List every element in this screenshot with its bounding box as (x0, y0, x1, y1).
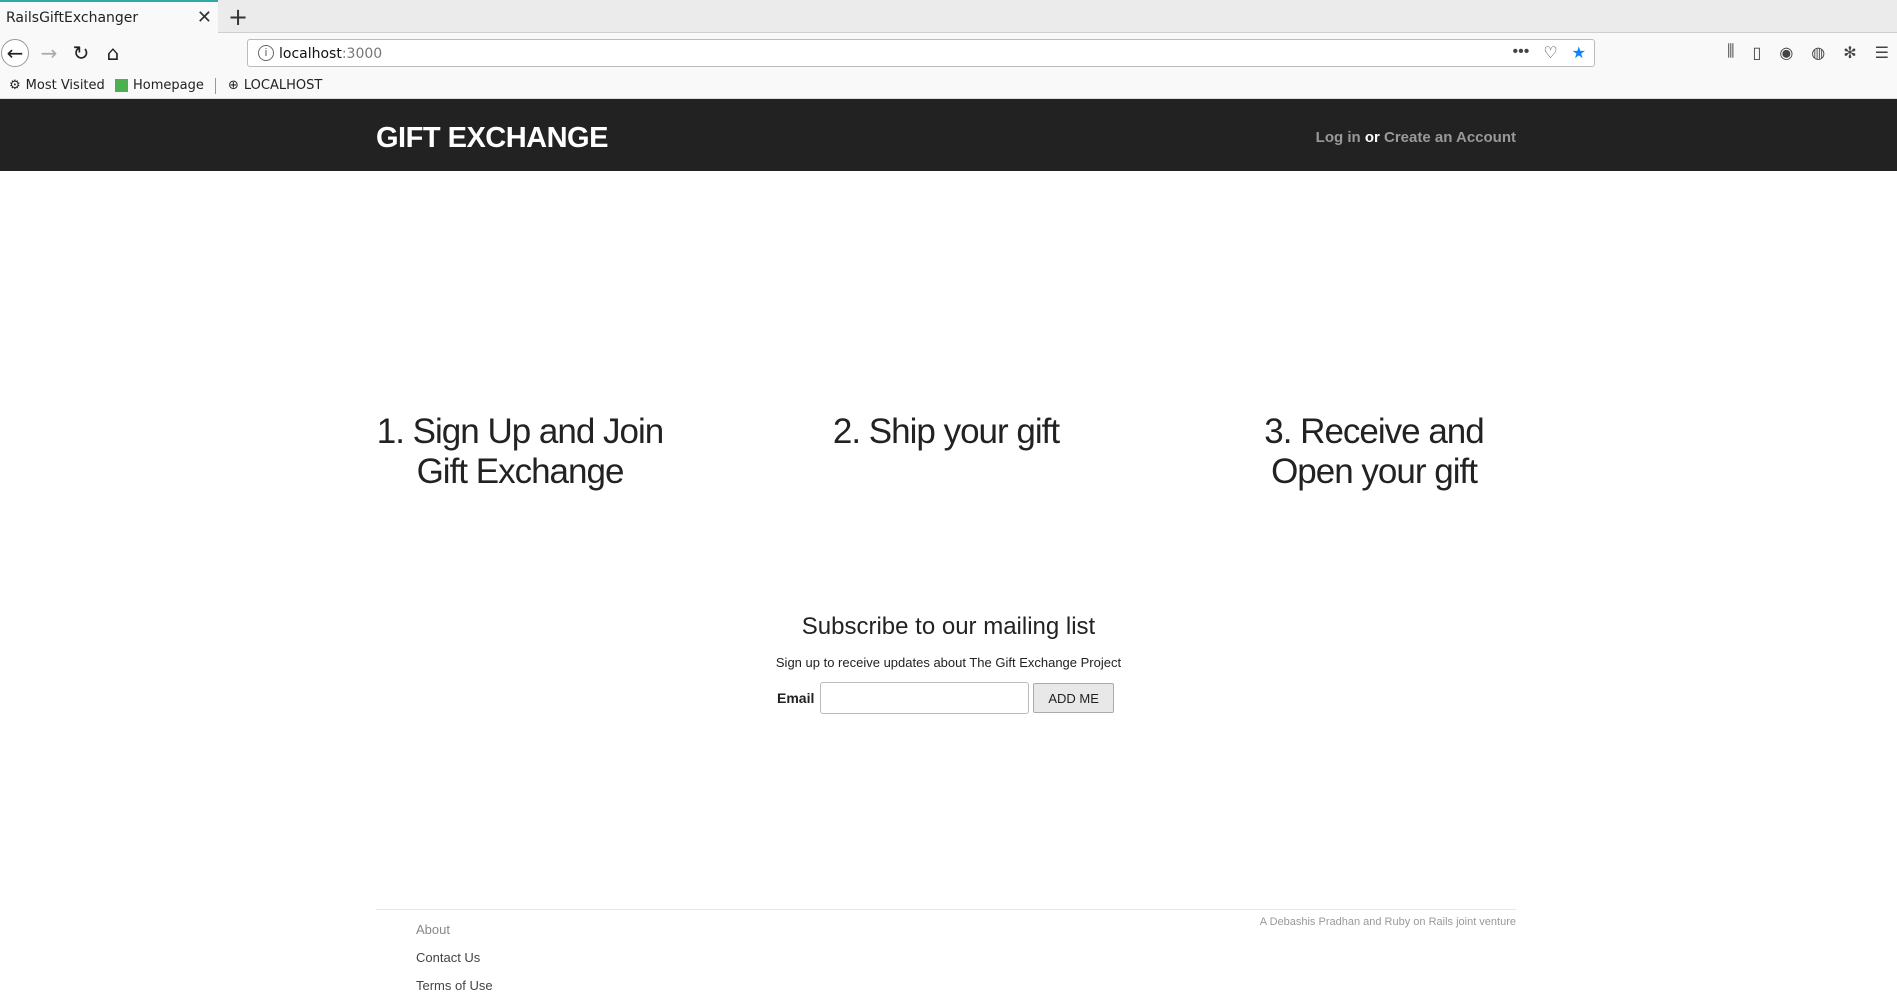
bookmark-label: Most Visited (25, 78, 105, 93)
email-label: Email (777, 690, 815, 706)
bookmark-star-icon[interactable]: ★ (1572, 43, 1586, 63)
tab-title: RailsGiftExchanger (6, 10, 139, 26)
bookmark-localhost[interactable]: ⊕ LOCALHOST (228, 78, 322, 93)
back-icon[interactable]: ← (1, 39, 29, 67)
bookmark-separator (215, 78, 216, 94)
close-tab-icon[interactable]: ✕ (197, 7, 212, 28)
bookmarks-toolbar: ⚙ Most Visited Homepage ⊕ LOCALHOST (0, 73, 1897, 99)
url-host: localhost (279, 46, 342, 62)
gear-icon: ⚙ (9, 78, 21, 93)
auth-links: Log in or Create an Account (1316, 129, 1516, 146)
bookmark-label: LOCALHOST (243, 78, 323, 93)
add-me-button[interactable]: ADD ME (1033, 683, 1114, 713)
site-info-icon[interactable]: i (258, 45, 274, 61)
forward-icon[interactable]: → (35, 39, 63, 67)
bookmark-label: Homepage (133, 78, 204, 93)
addon-icon[interactable]: ✻ (1843, 43, 1856, 63)
active-tab[interactable]: RailsGiftExchanger ✕ (0, 0, 218, 33)
extension-icon[interactable]: ◍ (1811, 43, 1825, 63)
step-ship: 2. Ship your gift (832, 412, 1060, 451)
subscribe-section: Subscribe to our mailing list Sign up to… (0, 613, 1897, 714)
url-port: :3000 (341, 46, 383, 62)
subscribe-form: Email ADD ME (777, 682, 1114, 714)
home-icon[interactable]: ⌂ (99, 39, 127, 67)
login-link[interactable]: Log in (1316, 129, 1361, 146)
homepage-icon (115, 79, 128, 92)
pocket-icon[interactable]: ♡ (1543, 43, 1557, 63)
new-tab-button[interactable]: + (228, 3, 248, 31)
footer-credit: A Debashis Pradhan and Ruby on Rails joi… (1259, 916, 1516, 928)
tab-bar: RailsGiftExchanger ✕ + (0, 0, 1897, 33)
url-text[interactable]: localhost:3000 (279, 46, 382, 62)
create-account-link[interactable]: Create an Account (1384, 129, 1516, 146)
site-footer: About Contact Us Terms of Use A Debashis… (376, 909, 1516, 993)
library-icon[interactable]: ⫼ (1727, 43, 1734, 63)
subscribe-description: Sign up to receive updates about The Gif… (775, 655, 1122, 670)
globe-icon: ⊕ (228, 78, 239, 93)
menu-icon[interactable]: ☰ (1875, 43, 1889, 63)
bookmark-homepage[interactable]: Homepage (115, 78, 204, 93)
footer-link-contact[interactable]: Contact Us (416, 944, 493, 972)
footer-link-terms[interactable]: Terms of Use (416, 972, 493, 1000)
footer-links: About Contact Us Terms of Use (416, 916, 493, 1000)
reload-icon[interactable]: ↻ (67, 39, 95, 67)
site-logo[interactable]: GIFT EXCHANGE (376, 122, 608, 155)
site-header: GIFT EXCHANGE Log in or Create an Accoun… (0, 99, 1897, 171)
email-field[interactable] (820, 682, 1030, 714)
bookmark-most-visited[interactable]: ⚙ Most Visited (9, 78, 105, 93)
subscribe-title: Subscribe to our mailing list (801, 613, 1096, 640)
navigation-toolbar: ← → ↻ ⌂ i localhost:3000 ••• ♡ ★ ⫼ ▯ ◉ ◍… (0, 33, 1897, 73)
sidebar-icon[interactable]: ▯ (1753, 43, 1762, 63)
step-signup: 1. Sign Up and Join Gift Exchange (376, 412, 664, 491)
footer-link-about[interactable]: About (416, 916, 493, 944)
or-text: or (1364, 129, 1380, 146)
page-actions-icon[interactable]: ••• (1513, 43, 1530, 63)
address-bar[interactable]: i localhost:3000 ••• ♡ ★ (247, 39, 1595, 67)
account-icon[interactable]: ◉ (1779, 43, 1793, 63)
step-receive: 3. Receive and Open your gift (1264, 412, 1484, 491)
